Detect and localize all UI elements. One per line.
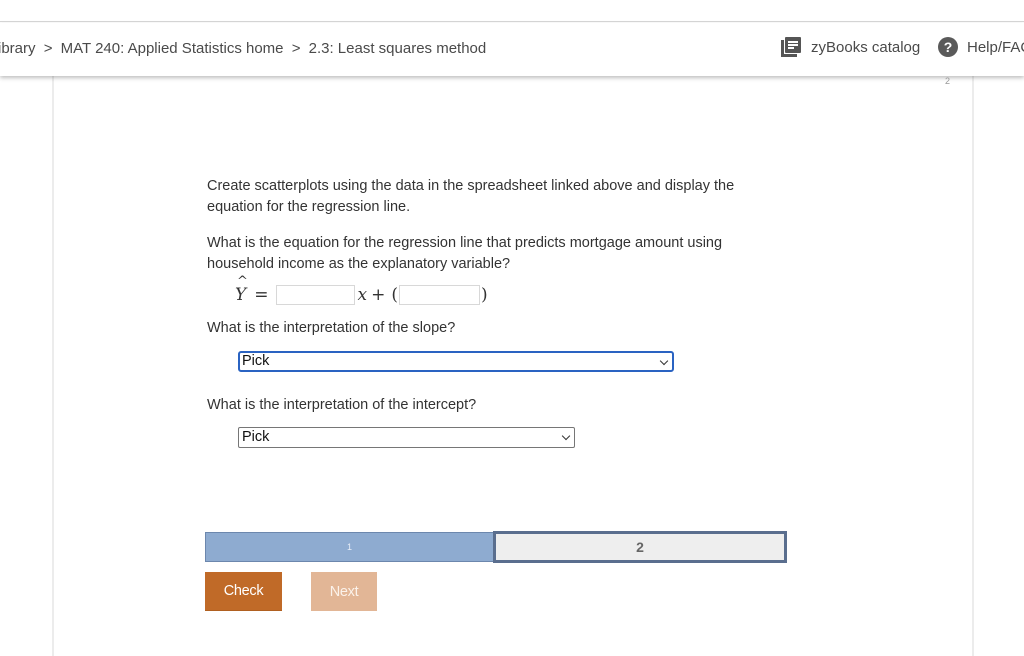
catalog-label: zyBooks catalog — [811, 38, 921, 56]
slope-select-value: Pick — [242, 353, 270, 369]
help-question-icon: ? — [938, 37, 958, 57]
breadcrumb-separator: > — [43, 40, 53, 57]
intercept-interpretation-select[interactable]: Pick — [238, 427, 575, 448]
intercept-input[interactable] — [398, 285, 480, 305]
chevron-down-icon — [561, 431, 571, 441]
slope-interpretation-select[interactable]: Pick — [238, 351, 674, 372]
intercept-select-value: Pick — [242, 429, 270, 445]
breadcrumb-separator: > — [291, 40, 301, 57]
chevron-down-icon — [659, 356, 669, 366]
x-symbol: x — [357, 285, 368, 305]
help-label: Help/FAC — [967, 38, 1024, 56]
breadcrumb: ibrary > MAT 240: Applied Statistics hom… — [0, 40, 486, 57]
check-button[interactable]: Check — [205, 572, 282, 611]
regression-equation: Y = x + ( ) — [235, 274, 489, 307]
breadcrumb-course-home[interactable]: MAT 240: Applied Statistics home — [61, 40, 284, 57]
slope-input[interactable] — [276, 285, 356, 305]
open-paren: ( — [391, 285, 398, 305]
slope-question-label: What is the interpretation of the slope? — [207, 320, 456, 336]
next-button[interactable]: Next — [311, 572, 377, 611]
progress-step-1[interactable]: 1 — [205, 532, 493, 562]
question-prompt: What is the equation for the regression … — [207, 235, 723, 272]
breadcrumb-section: 2.3: Least squares method — [308, 40, 487, 57]
plus-sign: + — [371, 285, 386, 305]
library-books-icon — [781, 37, 801, 57]
question-content: Create scatterplots using the data in th… — [207, 176, 767, 290]
top-navigation-bar: ibrary > MAT 240: Applied Statistics hom… — [0, 23, 1024, 76]
page-indicator: 2 — [945, 76, 951, 86]
help-faq-link[interactable]: ? Help/FAC — [938, 37, 1024, 57]
question-intro: Create scatterplots using the data in th… — [207, 178, 735, 215]
intercept-question-label: What is the interpretation of the interc… — [207, 397, 477, 413]
equals-sign: = — [254, 285, 269, 305]
zybooks-catalog-link[interactable]: zyBooks catalog — [781, 37, 920, 57]
step-progress-bar: 1 2 — [205, 531, 787, 563]
breadcrumb-library[interactable]: ibrary — [0, 40, 36, 57]
close-paren: ) — [480, 285, 488, 305]
y-hat-symbol: Y — [235, 274, 248, 305]
progress-step-2[interactable]: 2 — [493, 531, 787, 563]
browser-top-strip — [0, 0, 1024, 22]
